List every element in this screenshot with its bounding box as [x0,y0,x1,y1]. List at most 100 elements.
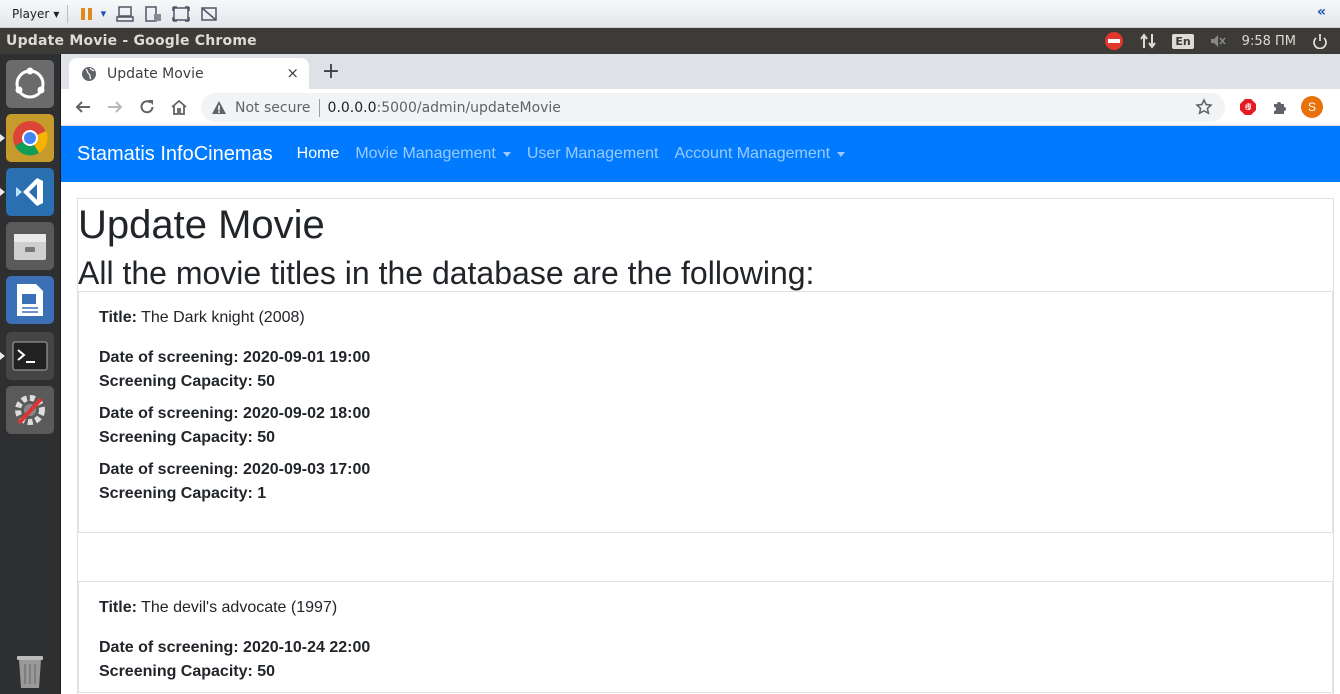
card-spacer [78,533,1333,581]
power-icon[interactable] [1310,32,1330,50]
screening-date: 2020-09-03 17:00 [243,461,371,478]
fullscreen-icon[interactable] [170,5,192,23]
date-label: Date of screening: [99,349,239,366]
capacity-label: Screening Capacity: [99,429,253,446]
running-indicator [0,352,5,360]
title-label: Title: [99,599,137,616]
screening-date-line: Date of screening: 2020-09-02 18:00 [99,402,1312,426]
caret-down-icon [502,151,511,157]
screening-item: Date of screening: 2020-09-03 17:00 Scre… [99,458,1312,506]
volume-muted-icon[interactable] [1208,32,1228,50]
chevron-down-icon: ▾ [53,6,60,21]
url-host: 0.0.0.0 [327,99,377,116]
movie-card: Title: The devil's advocate (1997) Date … [78,581,1333,693]
date-label: Date of screening: [99,639,239,656]
screening-item: Date of screening: 2020-09-01 19:00 Scre… [99,346,1312,394]
network-icon[interactable] [1138,32,1158,50]
globe-icon [82,66,96,81]
url-divider [318,98,320,117]
warning-icon[interactable] [211,100,227,116]
toolbar-divider [67,4,69,23]
system-settings-icon[interactable] [6,386,54,434]
movie-title-line: Title: The devil's advocate (1997) [99,596,1312,620]
title-label: Title: [99,309,137,326]
unity-mode-icon[interactable] [198,5,220,23]
page-title: Update Movie [78,203,325,247]
avatar: S [1301,96,1323,118]
keyboard-layout-indicator[interactable]: En [1172,33,1194,49]
removable-devices-icon[interactable] [142,5,164,23]
system-tray: En 9:58 ΠΜ [1104,28,1330,54]
url-path: :5000/admin/updateMovie [376,99,561,116]
back-arrow-icon[interactable] [67,91,99,123]
nav-user-management-label: User Management [526,145,659,162]
web-page-viewport: Stamatis InfoCinemas Home Movie Manageme… [61,126,1340,694]
address-bar[interactable]: Not secure 0.0.0.0 :5000/admin/updateMov… [201,93,1225,122]
nav-movie-management-dropdown[interactable]: Movie Management [355,145,511,163]
forward-arrow-icon[interactable] [99,91,131,123]
pause-icon[interactable] [76,5,98,23]
nav-user-management-link[interactable]: User Management [527,145,659,163]
extensions-puzzle-icon[interactable] [1268,95,1292,119]
movie-title-line: Title: The Dark knight (2008) [99,306,1312,330]
trash-icon[interactable] [6,646,54,694]
chrome-app-icon[interactable] [6,114,54,162]
nav-home-link[interactable]: Home [297,145,340,163]
ubuntu-dash-icon[interactable] [6,60,54,108]
browser-toolbar: Not secure 0.0.0.0 :5000/admin/updateMov… [61,89,1340,126]
home-icon[interactable] [163,91,195,123]
window-title: Update Movie - Google Chrome [6,33,257,49]
running-indicator [0,134,5,142]
screening-date-line: Date of screening: 2020-09-01 19:00 [99,346,1312,370]
nav-home-label: Home [296,145,340,162]
not-secure-label[interactable]: Not secure [235,100,311,116]
adblock-extension-icon[interactable] [1236,95,1260,119]
vm-player-toolbar: Player ▾ ▾ « [0,0,1340,28]
do-not-disturb-icon[interactable] [1104,32,1124,50]
tab-title: Update Movie [107,65,204,82]
screening-capacity: 50 [257,373,276,390]
send-ctrl-alt-del-icon[interactable] [114,5,136,23]
bookmark-star-icon[interactable] [1195,98,1213,116]
writer-app-icon[interactable] [6,276,54,324]
screening-capacity-line: Screening Capacity: 50 [99,660,1312,684]
browser-tab-strip: Update Movie × + [61,54,1340,89]
screening-capacity-line: Screening Capacity: 50 [99,426,1312,450]
movie-title: The Dark knight (2008) [141,309,305,326]
running-indicator [0,188,5,196]
site-navbar: Stamatis InfoCinemas Home Movie Manageme… [61,126,1340,182]
profile-avatar[interactable]: S [1300,95,1324,119]
caret-down-icon [837,151,846,157]
site-brand-link[interactable]: Stamatis InfoCinemas [77,143,273,166]
main-container: Update Movie All the movie titles in the… [77,198,1334,694]
screening-capacity-line: Screening Capacity: 1 [99,482,1312,506]
vscode-app-icon[interactable] [6,168,54,216]
files-app-icon[interactable] [6,222,54,270]
nav-account-management-label: Account Management [674,145,831,162]
movie-card: Title: The Dark knight (2008) Date of sc… [78,291,1333,533]
screening-date-line: Date of screening: 2020-09-03 17:00 [99,458,1312,482]
clock[interactable]: 9:58 ΠΜ [1242,34,1296,49]
player-menu[interactable]: Player ▾ [12,7,59,21]
new-tab-button[interactable]: + [319,59,343,84]
capacity-label: Screening Capacity: [99,663,253,680]
terminal-app-icon[interactable] [6,332,54,380]
nav-movie-management-label: Movie Management [355,145,496,162]
nav-account-management-dropdown[interactable]: Account Management [674,145,846,163]
screening-date: 2020-10-24 22:00 [243,639,371,656]
reload-icon[interactable] [131,91,163,123]
close-icon[interactable]: × [286,64,299,82]
player-menu-label: Player [12,6,50,21]
date-label: Date of screening: [99,405,239,422]
date-label: Date of screening: [99,461,239,478]
collapse-toolbar-icon[interactable]: « [1317,4,1326,20]
screening-item: Date of screening: 2020-10-24 22:00 Scre… [99,636,1312,684]
tab-update-movie[interactable]: Update Movie × [69,58,309,89]
chevron-down-icon[interactable]: ▾ [98,5,108,23]
capacity-label: Screening Capacity: [99,485,253,502]
movie-title: The devil's advocate (1997) [141,599,338,616]
screening-date-line: Date of screening: 2020-10-24 22:00 [99,636,1312,660]
app-launcher [0,54,61,694]
capacity-label: Screening Capacity: [99,373,253,390]
screening-date: 2020-09-01 19:00 [243,349,371,366]
